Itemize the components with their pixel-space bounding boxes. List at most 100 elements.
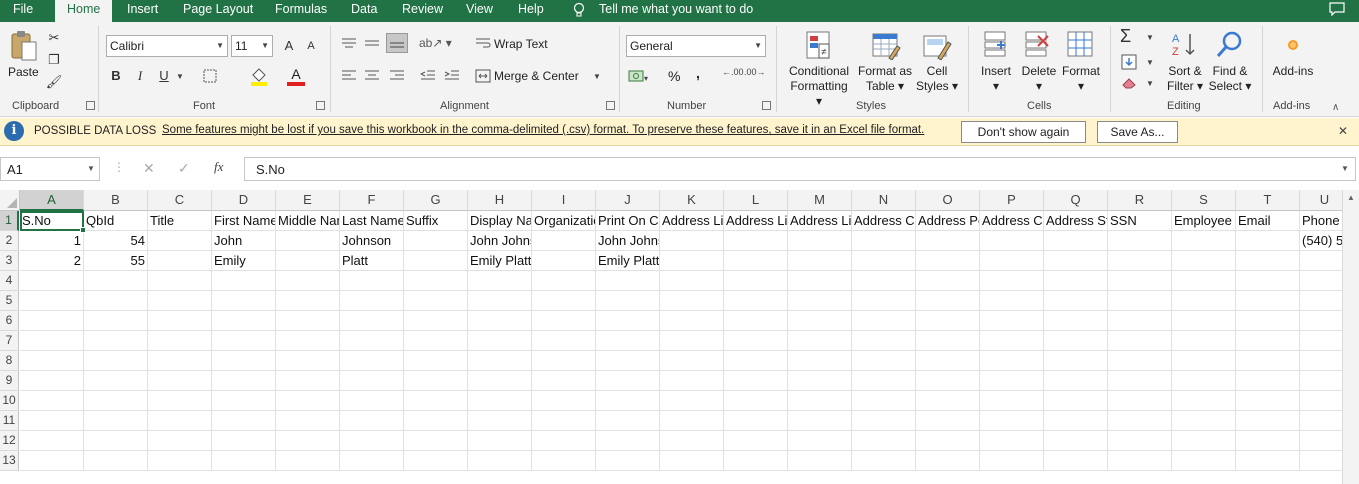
column-header-j[interactable]: J [596,190,660,211]
insert-cells-icon[interactable] [983,30,1009,61]
cell-p7[interactable] [980,331,1044,351]
cell-d2[interactable]: John [212,231,276,251]
row-header-7[interactable]: 7 [0,331,19,351]
column-header-i[interactable]: I [532,190,596,211]
merge-center-button[interactable]: Merge & Center [494,69,579,83]
cell-i7[interactable] [532,331,596,351]
cell-l9[interactable] [724,371,788,391]
orientation-icon[interactable]: ab↗ ▾ [419,36,452,50]
row-header-13[interactable]: 13 [0,451,19,471]
format-as-table-icon[interactable] [871,30,901,63]
cell-s13[interactable] [1172,451,1236,471]
cell-m3[interactable] [788,251,852,271]
cell-k4[interactable] [660,271,724,291]
increase-indent-icon[interactable] [444,69,460,86]
cell-n2[interactable] [852,231,916,251]
cell-h7[interactable] [468,331,532,351]
cell-a10[interactable] [20,391,84,411]
clipboard-launcher[interactable] [86,101,95,110]
cell-f3[interactable]: Platt [340,251,404,271]
borders-icon[interactable] [203,69,217,86]
chevron-down-icon[interactable]: ▼ [1146,33,1154,42]
formula-input[interactable]: S.No ▼ [244,157,1356,181]
cell-d3[interactable]: Emily [212,251,276,271]
cell-o1[interactable]: Address Postal [916,211,980,231]
cell-q5[interactable] [1044,291,1108,311]
cell-l10[interactable] [724,391,788,411]
cell-n12[interactable] [852,431,916,451]
cell-b6[interactable] [84,311,148,331]
cell-i9[interactable] [532,371,596,391]
conditional-formatting-button[interactable]: Conditional Formatting ▾ [786,64,852,109]
fill-icon[interactable] [1121,54,1137,73]
cell-g1[interactable]: Suffix [404,211,468,231]
cell-e11[interactable] [276,411,340,431]
cell-p13[interactable] [980,451,1044,471]
cell-e13[interactable] [276,451,340,471]
format-cells-button[interactable]: Format ▾ [1059,64,1103,94]
cell-p4[interactable] [980,271,1044,291]
cell-p2[interactable] [980,231,1044,251]
cell-j10[interactable] [596,391,660,411]
chevron-down-icon[interactable]: ▼ [1146,79,1154,88]
cell-h10[interactable] [468,391,532,411]
cell-q1[interactable]: Address State [1044,211,1108,231]
cell-a6[interactable] [20,311,84,331]
cell-m12[interactable] [788,431,852,451]
cell-j1[interactable]: Print On Check [596,211,660,231]
cell-b2[interactable]: 54 [84,231,148,251]
cell-j11[interactable] [596,411,660,431]
clear-icon[interactable] [1121,77,1139,92]
cell-j8[interactable] [596,351,660,371]
dont-show-again-button[interactable]: Don't show again [961,121,1086,143]
cell-d1[interactable]: First Name [212,211,276,231]
cell-b7[interactable] [84,331,148,351]
decrease-decimal-button[interactable]: .00→ [744,68,766,77]
column-header-t[interactable]: T [1236,190,1300,211]
cell-t7[interactable] [1236,331,1300,351]
number-format-select[interactable]: General ▼ [626,35,766,57]
cell-f2[interactable]: Johnson [340,231,404,251]
cell-q9[interactable] [1044,371,1108,391]
cell-h8[interactable] [468,351,532,371]
cell-i3[interactable] [532,251,596,271]
autosum-icon[interactable]: Σ [1120,26,1131,47]
select-all-button[interactable] [0,190,20,211]
cell-l4[interactable] [724,271,788,291]
tab-help[interactable]: Help [518,0,544,22]
cell-t13[interactable] [1236,451,1300,471]
column-header-l[interactable]: L [724,190,788,211]
cell-j5[interactable] [596,291,660,311]
cell-d8[interactable] [212,351,276,371]
cell-styles-button[interactable]: Cell Styles ▾ [913,64,961,94]
cell-e3[interactable] [276,251,340,271]
cell-d13[interactable] [212,451,276,471]
cell-r10[interactable] [1108,391,1172,411]
chevron-down-icon[interactable]: ▼ [176,72,184,81]
scroll-up-icon[interactable]: ▲ [1347,193,1355,202]
cell-e6[interactable] [276,311,340,331]
cell-d4[interactable] [212,271,276,291]
cell-o3[interactable] [916,251,980,271]
cell-l8[interactable] [724,351,788,371]
cell-j6[interactable] [596,311,660,331]
font-name-select[interactable]: Calibri ▼ [106,35,228,57]
cell-i13[interactable] [532,451,596,471]
cell-d10[interactable] [212,391,276,411]
cell-j13[interactable] [596,451,660,471]
row-header-11[interactable]: 11 [0,411,19,431]
fill-handle[interactable] [80,227,86,233]
cell-j4[interactable] [596,271,660,291]
cell-f1[interactable]: Last Name [340,211,404,231]
cell-s6[interactable] [1172,311,1236,331]
font-size-select[interactable]: 11 ▼ [231,35,273,57]
cell-s11[interactable] [1172,411,1236,431]
cell-i8[interactable] [532,351,596,371]
cell-g5[interactable] [404,291,468,311]
cell-d12[interactable] [212,431,276,451]
cell-l3[interactable] [724,251,788,271]
cell-t11[interactable] [1236,411,1300,431]
cell-i11[interactable] [532,411,596,431]
cell-i2[interactable] [532,231,596,251]
cell-g9[interactable] [404,371,468,391]
